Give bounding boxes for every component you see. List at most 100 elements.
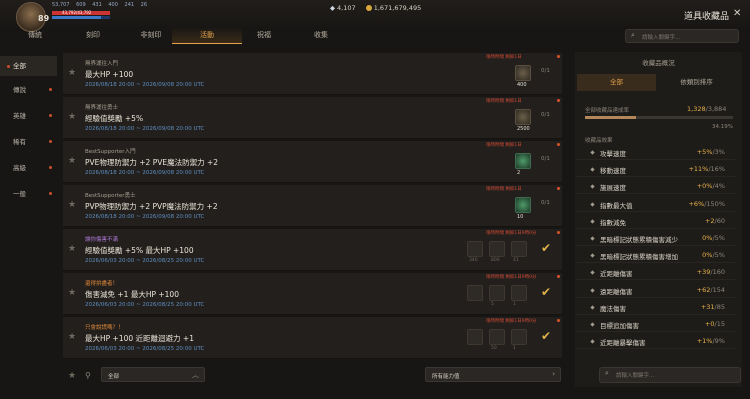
effect-value: 0%/5% <box>702 251 725 259</box>
grade-sidebar: 全部 傳說 英雄 稀有 高級 一般 <box>0 52 57 399</box>
collection-period: 2026/06/03 20:00 ~ 2026/08/25 20:00 UTC <box>85 302 205 308</box>
selected-dot <box>7 65 10 68</box>
collection-row[interactable]: ★ BestSupporter勇士 PVP物理防禦力 +2 PVP魔法防禦力 +2 2… <box>63 185 562 227</box>
effect-row: 目標追加傷害 +0/15 <box>575 316 735 332</box>
collection-row[interactable]: ★ BestSupporter入門 PVE物理防禦力 +2 PVE魔法防禦力 +2 2… <box>63 141 562 183</box>
required-item-icon[interactable] <box>511 241 527 257</box>
favorite-star-icon[interactable]: ★ <box>68 68 76 78</box>
sidebar-item-common[interactable]: 一般 <box>0 184 57 204</box>
favorite-filter-star-icon[interactable]: ★ <box>68 371 76 381</box>
effect-current: +62 <box>696 285 711 294</box>
search-input[interactable]: ⌕ 請輸入關鍵字... <box>625 29 739 43</box>
required-item-icon[interactable] <box>511 285 527 301</box>
item-count: 340 <box>469 258 478 263</box>
stat-filter-select[interactable]: 所有能力值 › <box>425 367 561 382</box>
required-item-icon[interactable] <box>489 241 505 257</box>
item-count: 800 <box>491 258 500 263</box>
chevron-right-icon: › <box>552 370 555 378</box>
collection-row[interactable]: ★ 讓你傷害不滿 經驗值獎勵 +5% 最大HP +100 2026/06/03 20:… <box>63 229 562 271</box>
diamond-bullet-icon <box>590 184 595 190</box>
register-check-icon[interactable]: ✔ <box>541 329 551 343</box>
effect-value: +62/154 <box>697 286 725 294</box>
effect-current: +11% <box>688 165 709 174</box>
sidebar-item-legend[interactable]: 傳說 <box>0 80 57 100</box>
diamond-bullet-icon <box>590 287 595 293</box>
collection-row[interactable]: ★ 無界運往勇士 經驗值獎勵 +5% 2026/08/18 20:00 ~ 2026/… <box>63 97 562 139</box>
effect-value: +2/60 <box>705 217 725 225</box>
grade-filter-select[interactable]: 全部 ︿ <box>101 367 205 382</box>
select-value: 所有能力值 <box>432 374 460 380</box>
time-limit-badge: 限時時間 剩餘1日9時0分 <box>486 231 537 236</box>
stat-value: 241 <box>124 2 135 8</box>
favorite-star-icon[interactable]: ★ <box>68 332 76 342</box>
sidebar-item-all[interactable]: 全部 <box>0 56 57 76</box>
effect-row: 遠距離傷害 +62/154 <box>575 282 735 298</box>
required-item-icon[interactable] <box>489 285 505 301</box>
required-item-icon[interactable] <box>515 65 531 81</box>
collection-category: 讓你傷害不滿 <box>85 237 119 243</box>
diamond-bullet-icon <box>590 339 595 344</box>
favorite-star-icon[interactable]: ★ <box>68 156 76 166</box>
completion-progress-bar <box>585 116 733 119</box>
effect-value: +11%/16% <box>688 165 725 173</box>
effect-name: 近距離暴擊傷害 <box>600 339 646 348</box>
collection-list: ★ 無界運往入門 最大HP +100 2026/08/18 20:00 ~ 2026/… <box>63 53 562 361</box>
tab-summary-all[interactable]: 全部 <box>577 74 656 91</box>
sidebar-item-label: 一般 <box>13 190 26 198</box>
favorite-star-icon[interactable]: ★ <box>68 112 76 122</box>
sidebar-item-hero[interactable]: 英雄 <box>0 106 57 126</box>
register-check-icon[interactable]: ✔ <box>541 241 551 255</box>
required-item-icon[interactable] <box>515 109 531 125</box>
effect-max: /85 <box>714 302 725 311</box>
effect-current: 0% <box>702 234 713 242</box>
register-check-icon[interactable]: ✔ <box>541 285 551 299</box>
collection-progress: 0/1 <box>541 68 550 74</box>
sidebar-item-advanced[interactable]: 高級 <box>0 158 57 178</box>
favorite-star-icon[interactable]: ★ <box>68 288 76 298</box>
favorite-star-icon[interactable]: ★ <box>68 244 76 254</box>
collection-category: 無界運往入門 <box>85 61 119 67</box>
tab-collection[interactable]: 收集 <box>286 27 356 44</box>
sidebar-item-rare[interactable]: 稀有 <box>0 132 57 152</box>
hp-bar: 43,792/43,792 <box>52 10 110 15</box>
effect-row: 近距離暴擊傷害 +1%/9% <box>575 333 735 350</box>
collection-row[interactable]: ★ 只會說謊嗎？！ 最大HP +100 近距離迴避力 +1 2026/06/03 20… <box>63 317 562 359</box>
collection-row[interactable]: ★ 還得拚盡者！ 傷害減免 +1 最大HP +100 2026/06/03 20:00… <box>63 273 562 315</box>
completion-label: 全部收藏品達成率 1,328/3,884 <box>585 105 726 114</box>
notification-dot <box>49 88 52 91</box>
time-limit-badge: 限時時間 剩餘1日9時0分 <box>486 275 537 280</box>
effect-search-input[interactable]: ⌕ 請輸入關鍵字... <box>599 367 741 383</box>
required-item-icon[interactable] <box>467 285 483 301</box>
favorite-star-icon[interactable]: ★ <box>68 200 76 210</box>
notification-dot <box>49 140 52 143</box>
required-item-icon[interactable] <box>511 329 527 345</box>
effect-row: 黑暗標記狀態累積傷害增加 0%/5% <box>575 247 735 264</box>
completion-done: 1,328 <box>687 105 706 113</box>
effect-value: +6%/150% <box>688 200 725 208</box>
effect-name: 施展速度 <box>600 184 626 193</box>
required-item-icon[interactable] <box>467 241 483 257</box>
lock-filter-icon[interactable]: ⚲ <box>85 371 91 380</box>
required-item-icon[interactable] <box>515 197 531 213</box>
required-item-icon[interactable] <box>515 153 531 169</box>
effect-value: +0%/4% <box>697 182 725 190</box>
effect-current: +1% <box>696 337 713 346</box>
collection-effect: PVP物理防禦力 +2 PVP魔法防禦力 +2 <box>85 202 218 211</box>
currency-display: ◆ 4,107 1,671,679,495 <box>330 4 421 12</box>
sidebar-item-label: 全部 <box>13 62 26 70</box>
item-count: 50 <box>491 346 497 351</box>
collection-period: 2026/08/18 20:00 ~ 2026/09/08 20:00 UTC <box>85 170 205 176</box>
collection-row[interactable]: ★ 無界運往入門 最大HP +100 2026/08/18 20:00 ~ 2026/… <box>63 53 562 95</box>
time-limit-badge: 限時時間 剩餘1日 <box>486 187 522 192</box>
required-item-icon[interactable] <box>489 329 505 345</box>
required-item-icon[interactable] <box>467 329 483 345</box>
close-icon[interactable]: ✕ <box>733 8 741 19</box>
search-placeholder: 請輸入關鍵字... <box>642 35 681 41</box>
effect-row: 魔法傷害 +31/85 <box>575 299 735 315</box>
sidebar-item-label: 英雄 <box>13 112 26 120</box>
tab-summary-by-category[interactable]: 依類別排序 <box>657 74 736 91</box>
page-title: 道具收藏品 <box>684 12 730 22</box>
effect-current: +2 <box>704 216 715 225</box>
effect-value: +5%/3% <box>697 148 725 156</box>
collection-period: 2026/06/03 20:00 ~ 2026/08/25 20:00 UTC <box>85 346 205 352</box>
